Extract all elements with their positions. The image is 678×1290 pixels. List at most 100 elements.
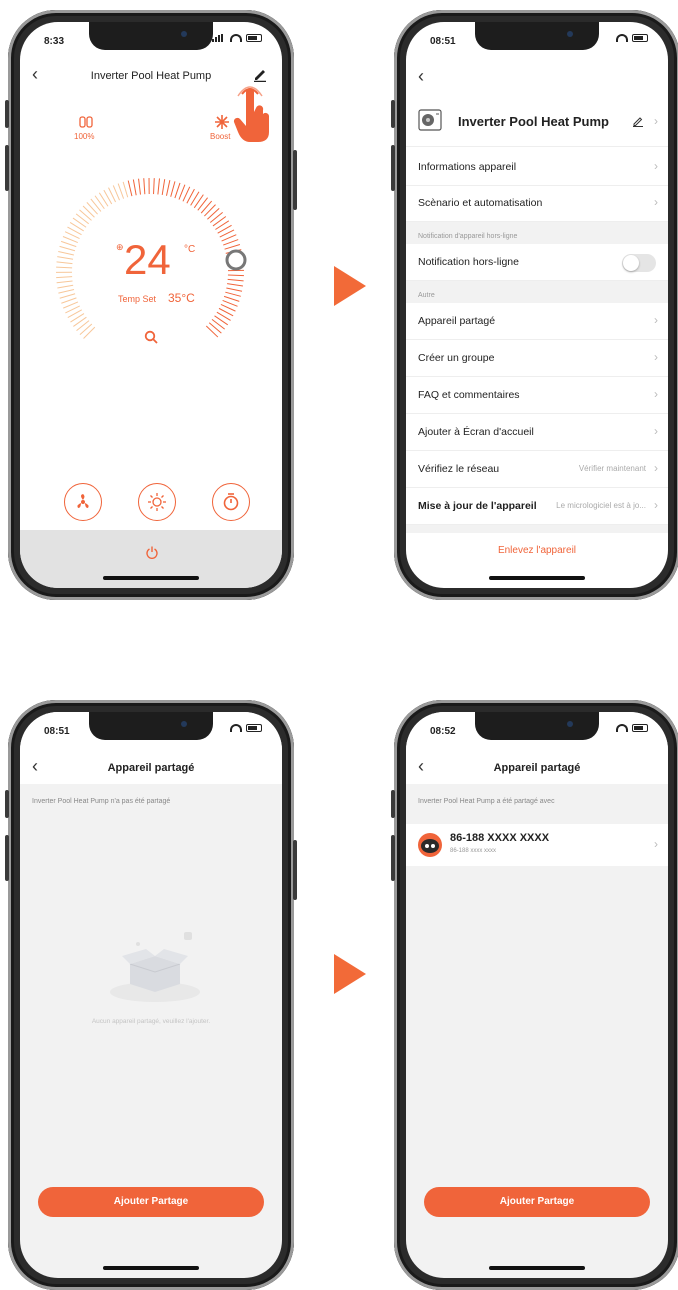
dial-tick (57, 285, 73, 288)
dial-tick (58, 251, 74, 254)
dial-tick (207, 208, 219, 219)
row-network[interactable]: Vérifiez le réseauVérifier maintenant› (406, 451, 668, 488)
rename-icon[interactable] (632, 115, 644, 127)
dial-tick (201, 201, 211, 213)
dial-tick (209, 323, 221, 333)
screen-device-settings: 08:51 ‹ Inverter Pool Heat Pump › Inform… (406, 22, 668, 588)
dial-tick (118, 184, 123, 199)
dial-tick (63, 236, 78, 242)
row-label: Ajouter à Écran d'accueil (418, 426, 534, 438)
dial-tick (56, 267, 72, 268)
status-time: 08:52 (430, 726, 456, 737)
hand-pointer-icon (232, 86, 274, 144)
user-subtitle: 86-188 xxxx xxxx (450, 848, 496, 854)
device-name: Inverter Pool Heat Pump (458, 114, 609, 129)
dial-tick (60, 246, 75, 250)
row-create-group[interactable]: Créer un groupe› (406, 340, 668, 377)
dial-tick (171, 181, 175, 196)
dial-tick (123, 182, 128, 197)
dial-tick (222, 235, 237, 241)
row-shared-device[interactable]: Appareil partagé› (406, 303, 668, 340)
temperature-unit: °C (184, 244, 195, 255)
screen-shared-list: 08:52 ‹ Appareil partagé Inverter Pool H… (406, 712, 668, 1278)
section-offline: Notification d'appareil hors-ligne (406, 222, 668, 244)
page-title: Inverter Pool Heat Pump (20, 70, 282, 82)
temp-set-value: 35°C (168, 291, 195, 305)
dial-tick (225, 292, 240, 296)
dial-tick (227, 284, 243, 286)
row-faq[interactable]: FAQ et commentaires› (406, 377, 668, 414)
dial-tick (84, 327, 95, 338)
dial-tick (204, 205, 215, 216)
dial-tick (113, 185, 119, 200)
chevron-right-icon: › (654, 387, 658, 401)
status-time: 08:51 (430, 36, 456, 47)
boost-icon[interactable] (214, 114, 230, 130)
mode-left-value: 100% (74, 132, 94, 141)
phone-1: 8:33 ‹ Inverter Pool Heat Pump 100% Boos… (8, 10, 294, 600)
user-name: 86-188 XXXX XXXX (450, 832, 549, 844)
dial-tick (83, 206, 94, 217)
device-header[interactable]: Inverter Pool Heat Pump › (406, 102, 668, 147)
chevron-right-icon: › (654, 195, 658, 209)
dial-tick (224, 296, 239, 301)
row-label: Appareil partagé (418, 315, 495, 327)
screen-shared-empty: 08:51 ‹ Appareil partagé Inverter Pool H… (20, 712, 282, 1278)
dial-tick (223, 300, 238, 306)
dial-tick (206, 326, 218, 337)
dial-tick (128, 181, 132, 197)
dial-tick (210, 212, 222, 222)
dial-tick (60, 294, 75, 298)
water-level-icon[interactable] (78, 114, 94, 130)
row-add-home[interactable]: Ajouter à Écran d'accueil › (406, 414, 668, 451)
row-label: Scènario et automatisation (418, 197, 542, 209)
fan-button[interactable] (64, 483, 102, 521)
dial-tick (57, 262, 73, 264)
back-icon[interactable]: ‹ (418, 66, 424, 87)
heat-pump-icon (418, 108, 442, 132)
offline-toggle[interactable] (622, 254, 656, 272)
flow-arrow-1 (334, 266, 366, 306)
dial-tick (57, 257, 73, 260)
sun-icon (147, 492, 167, 512)
add-share-button[interactable]: Ajouter Partage (38, 1187, 264, 1217)
dial-tick (166, 180, 169, 196)
power-icon[interactable] (146, 546, 158, 559)
shared-user-row[interactable]: 86-188 XXXX XXXX 86-188 xxxx xxxx › (406, 824, 668, 866)
heat-mode-button[interactable] (138, 483, 176, 521)
dial-tick (228, 275, 244, 276)
empty-state-text: Aucun appareil partagé, veuillez l'ajout… (20, 1018, 282, 1025)
row-device-info[interactable]: Informations appareil › (406, 149, 668, 186)
chevron-right-icon: › (654, 159, 658, 173)
fan-icon (74, 493, 92, 511)
dial-tick (57, 281, 73, 283)
dial-tick (139, 179, 141, 195)
empty-box-illustration (100, 922, 210, 1002)
temp-set-label: Temp Set (118, 294, 156, 304)
search-icon[interactable] (144, 330, 158, 344)
dial-tick (87, 202, 98, 214)
dial-tick (56, 277, 72, 278)
add-share-button[interactable]: Ajouter Partage (424, 1187, 650, 1217)
row-label: Informations appareil (418, 161, 516, 173)
dial-tick (212, 319, 225, 329)
section-label: Autre (418, 292, 435, 299)
dial-tick (76, 214, 89, 224)
edit-icon[interactable] (252, 66, 268, 82)
phone-4: 08:52 ‹ Appareil partagé Inverter Pool H… (394, 700, 678, 1290)
timer-button[interactable] (212, 483, 250, 521)
row-firmware[interactable]: Mise à jour de l'appareilLe micrologicie… (406, 488, 668, 525)
row-scenario[interactable]: Scènario et automatisation › (406, 185, 668, 222)
row-label: Créer un groupe (418, 352, 494, 364)
chevron-right-icon: › (654, 424, 658, 438)
dial-tick (79, 210, 91, 221)
section-label: Notification d'appareil hors-ligne (418, 233, 517, 240)
remove-device-button[interactable]: Enlevez l'appareil (406, 545, 668, 556)
row-label: Vérifiez le réseau (418, 463, 499, 475)
section-other: Autre (406, 281, 668, 303)
thermometer-icon: ⊕ (116, 242, 124, 253)
dial-tick (61, 298, 76, 303)
dial-tick (162, 179, 165, 195)
dial-tick (61, 241, 76, 246)
row-label: Notification hors-ligne (418, 256, 519, 268)
